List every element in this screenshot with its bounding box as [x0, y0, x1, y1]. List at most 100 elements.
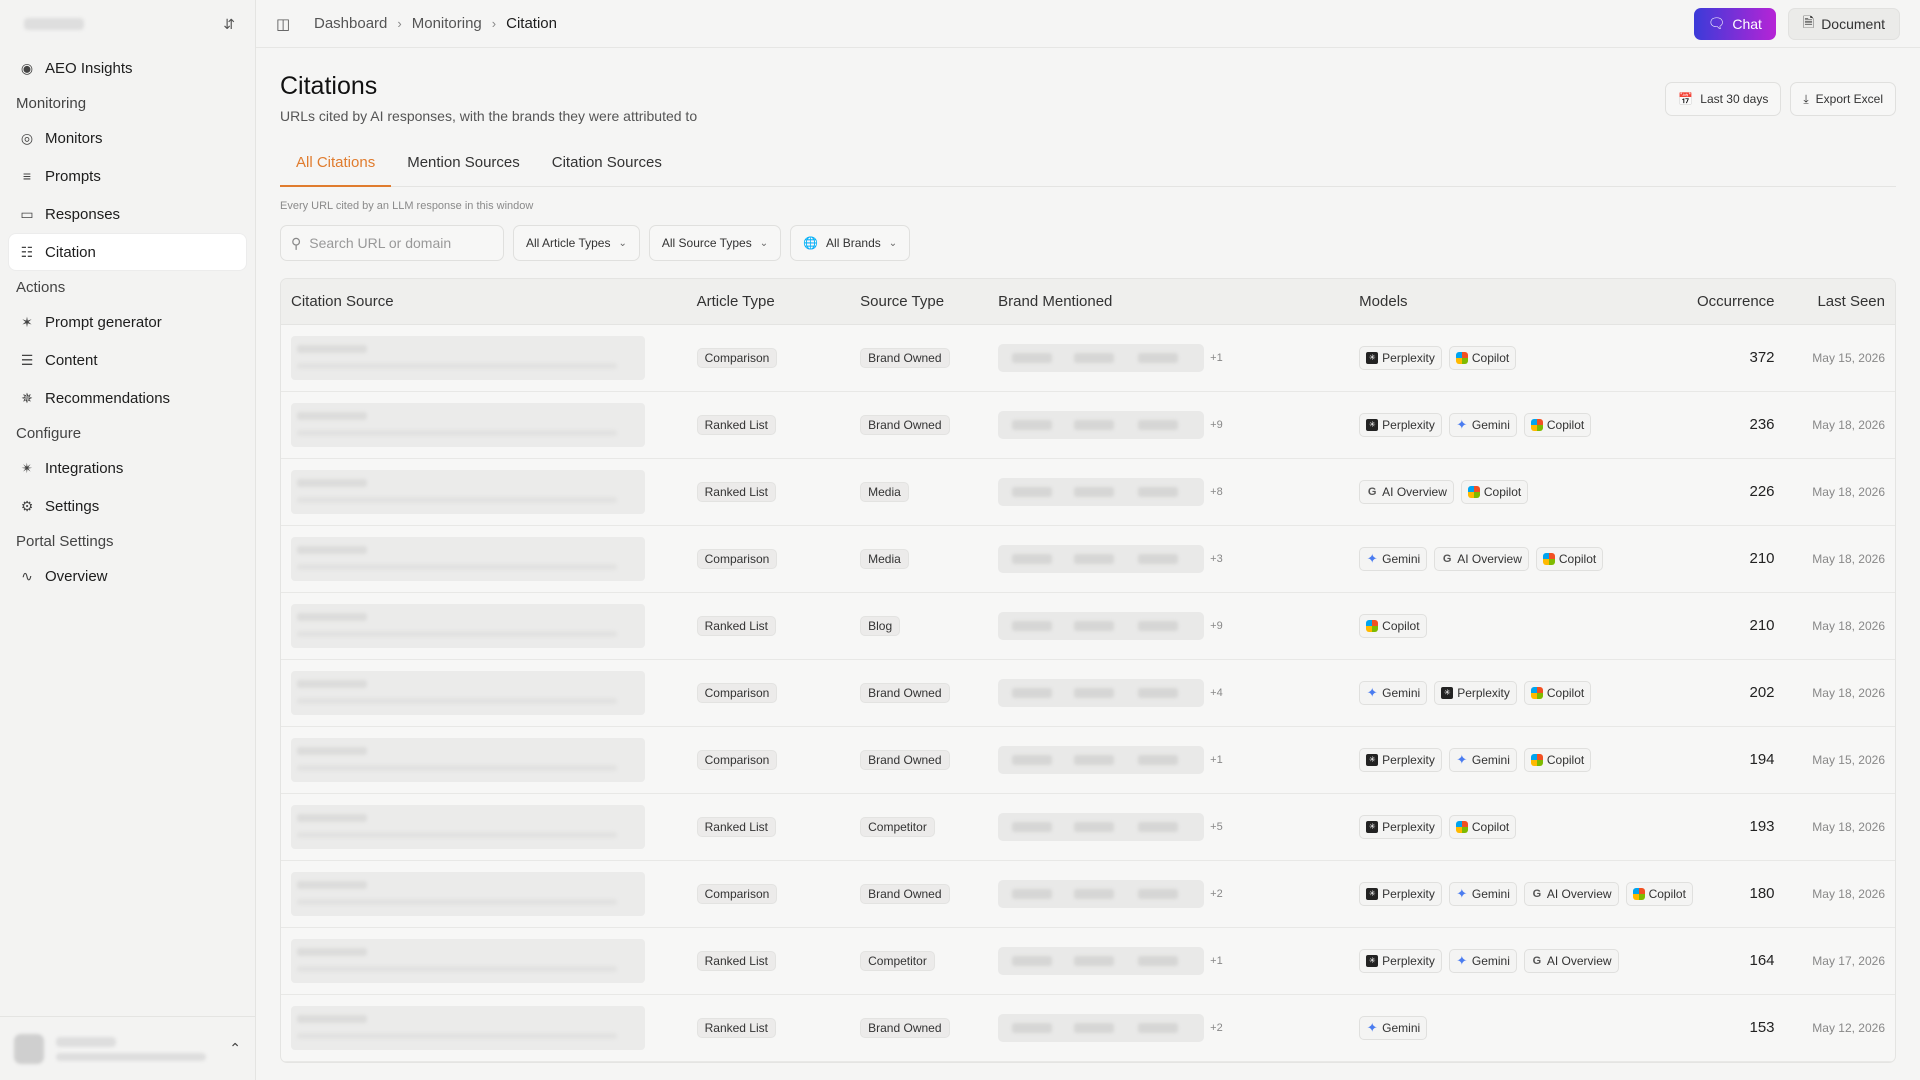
table-row[interactable]: Comparison Brand Owned +1 ✳ Perplexity ✦ Gemin… — [281, 726, 1895, 794]
sidebar-item-settings[interactable]: ⚙ Settings — [9, 488, 246, 524]
chevron-right-icon: › — [397, 16, 402, 31]
workspace-switcher[interactable]: ⇵ — [0, 0, 255, 48]
more-brands-count[interactable]: +3 — [1210, 553, 1223, 565]
citation-source-redacted — [291, 871, 645, 916]
source-type-cell: Brand Owned — [850, 324, 989, 392]
brand-mentioned-cell: +1 — [988, 927, 1350, 995]
model-list: Copilot — [1359, 613, 1658, 638]
sparkle-icon: ✵ — [21, 389, 33, 406]
column-header-brand-mentioned[interactable]: Brand Mentioned — [988, 279, 1350, 325]
chat-button[interactable]: 🗨 Chat — [1693, 7, 1776, 40]
table-row[interactable]: Comparison Brand Owned +2 ✳ Perplexity ✦ Gemin… — [281, 860, 1895, 928]
table-row[interactable]: Ranked List Competitor +1 ✳ Perplexity ✦ Gemin… — [281, 927, 1895, 995]
model-chip-ai-overview: G AI Overview — [1523, 948, 1619, 973]
citation-source-cell[interactable] — [281, 927, 687, 995]
sidebar-item-prompts[interactable]: ≡ Prompts — [9, 158, 246, 194]
search-box[interactable]: ⚲ — [280, 225, 504, 261]
google-icon: G — [1532, 954, 1542, 967]
citation-source-redacted — [291, 335, 645, 380]
gemini-icon: ✦ — [1366, 1019, 1378, 1035]
model-label: Copilot — [1471, 819, 1510, 834]
sidebar-item-aeo-insights[interactable]: ◉ AEO Insights — [9, 50, 246, 86]
content: Citations URLs cited by AI responses, wi… — [256, 48, 1920, 1063]
model-label: Copilot — [1382, 618, 1420, 633]
gemini-icon: ✦ — [1456, 952, 1468, 968]
citation-source-cell[interactable] — [281, 860, 687, 928]
sidebar-item-recommendations[interactable]: ✵ Recommendations — [9, 380, 246, 416]
citation-source-cell[interactable] — [281, 525, 687, 593]
model-label: Perplexity — [1382, 819, 1435, 834]
column-header-article-type[interactable]: Article Type — [686, 279, 851, 325]
sidebar-item-content[interactable]: ☰ Content — [9, 342, 246, 378]
table-row[interactable]: Ranked List Media +8 G AI Overview Copilot 226… — [281, 458, 1895, 526]
occurrence-count: 236 — [1667, 391, 1785, 459]
more-brands-count[interactable]: +5 — [1210, 821, 1223, 833]
breadcrumb-monitoring[interactable]: Monitoring — [412, 15, 482, 32]
source-type-filter[interactable]: All Source Types ⌄ — [648, 225, 782, 261]
table-row[interactable]: Comparison Brand Owned +1 ✳ Perplexity Copilo… — [281, 324, 1895, 392]
source-type-cell: Brand Owned — [850, 994, 989, 1062]
occurrence-count: 210 — [1667, 592, 1785, 660]
search-input[interactable] — [309, 235, 480, 251]
citation-source-cell[interactable] — [281, 391, 687, 459]
brand-list: +9 — [998, 611, 1339, 640]
sidebar-nav: ◉ AEO Insights Monitoring ◎ Monitors ≡ Prompts… — [0, 50, 255, 594]
column-header-models[interactable]: Models — [1349, 279, 1668, 325]
citation-source-cell[interactable] — [281, 726, 687, 794]
export-excel-button[interactable]: ⤓ Export Excel — [1790, 82, 1896, 116]
tab-mention-sources[interactable]: Mention Sources — [391, 148, 536, 186]
table-row[interactable]: Ranked List Brand Owned +2 ✦ Gemini 153 May 12… — [281, 994, 1895, 1062]
article-type-badge: Ranked List — [696, 414, 776, 435]
more-brands-count[interactable]: +1 — [1210, 955, 1223, 967]
column-header-source-type[interactable]: Source Type — [850, 279, 989, 325]
citation-source-cell[interactable] — [281, 592, 687, 660]
sidebar-item-citation[interactable]: ☷ Citation — [9, 234, 246, 270]
last-seen-date: May 18, 2026 — [1784, 793, 1895, 861]
article-type-cell: Comparison — [686, 525, 851, 593]
column-header-last-seen[interactable]: Last Seen — [1784, 279, 1895, 325]
more-brands-count[interactable]: +2 — [1210, 1022, 1223, 1034]
models-cell: ✦ Gemini G AI Overview Copilot — [1349, 525, 1668, 593]
more-brands-count[interactable]: +8 — [1210, 486, 1223, 498]
citation-source-cell[interactable] — [281, 793, 687, 861]
sidebar-item-integrations[interactable]: ✴ Integrations — [9, 450, 246, 486]
sidebar-item-responses[interactable]: ▭ Responses — [9, 196, 246, 232]
more-brands-count[interactable]: +9 — [1210, 419, 1223, 431]
table-row[interactable]: Ranked List Brand Owned +9 ✳ Perplexity ✦ Gemi… — [281, 391, 1895, 459]
table-row[interactable]: Comparison Brand Owned +4 ✦ Gemini ✳ Perplexit… — [281, 659, 1895, 727]
sidebar-item-monitors[interactable]: ◎ Monitors — [9, 120, 246, 156]
sidebar-item-overview[interactable]: ∿ Overview — [9, 558, 246, 594]
date-range-button[interactable]: 📅 Last 30 days — [1665, 82, 1782, 116]
citation-source-cell[interactable] — [281, 458, 687, 526]
document-button[interactable]: 🗎 Document — [1787, 7, 1900, 40]
tab-citation-sources[interactable]: Citation Sources — [536, 148, 678, 186]
source-type-badge: Media — [860, 481, 909, 502]
table-row[interactable]: Ranked List Blog +9 Copilot 210 May 18, 2026 — [281, 592, 1895, 660]
model-chip-copilot: Copilot — [1460, 479, 1529, 504]
column-header-occurrence[interactable]: Occurrence — [1667, 279, 1785, 325]
citation-source-cell[interactable] — [281, 659, 687, 727]
breadcrumb-dashboard[interactable]: Dashboard — [314, 15, 387, 32]
table-row[interactable]: Comparison Media +3 ✦ Gemini G AI Overview Copi… — [281, 525, 1895, 593]
column-header-citation-source[interactable]: Citation Source — [281, 279, 687, 325]
brand-filter[interactable]: 🌐 All Brands ⌄ — [790, 225, 911, 261]
export-label: Export Excel — [1815, 92, 1883, 106]
table-row[interactable]: Ranked List Competitor +5 ✳ Perplexity Copilo… — [281, 793, 1895, 861]
article-type-badge: Ranked List — [696, 816, 776, 837]
more-brands-count[interactable]: +1 — [1210, 754, 1223, 766]
more-brands-count[interactable]: +9 — [1210, 620, 1223, 632]
citation-source-cell[interactable] — [281, 324, 687, 392]
more-brands-count[interactable]: +1 — [1210, 352, 1223, 364]
user-menu[interactable]: ⌃ — [0, 1016, 255, 1080]
tab-all-citations[interactable]: All Citations — [280, 148, 392, 187]
article-type-filter[interactable]: All Article Types ⌄ — [513, 225, 640, 261]
citation-source-cell[interactable] — [281, 994, 687, 1062]
date-range-label: Last 30 days — [1700, 92, 1769, 106]
more-brands-count[interactable]: +4 — [1210, 687, 1223, 699]
model-list: G AI Overview Copilot — [1359, 479, 1658, 504]
model-list: ✳ Perplexity ✦ Gemini G AI Overview — [1359, 948, 1658, 973]
sidebar-toggle-icon[interactable]: ◫ — [276, 15, 300, 33]
occurrence-count: 202 — [1667, 659, 1785, 727]
sidebar-item-prompt-generator[interactable]: ✶ Prompt generator — [9, 304, 246, 340]
more-brands-count[interactable]: +2 — [1210, 888, 1223, 900]
